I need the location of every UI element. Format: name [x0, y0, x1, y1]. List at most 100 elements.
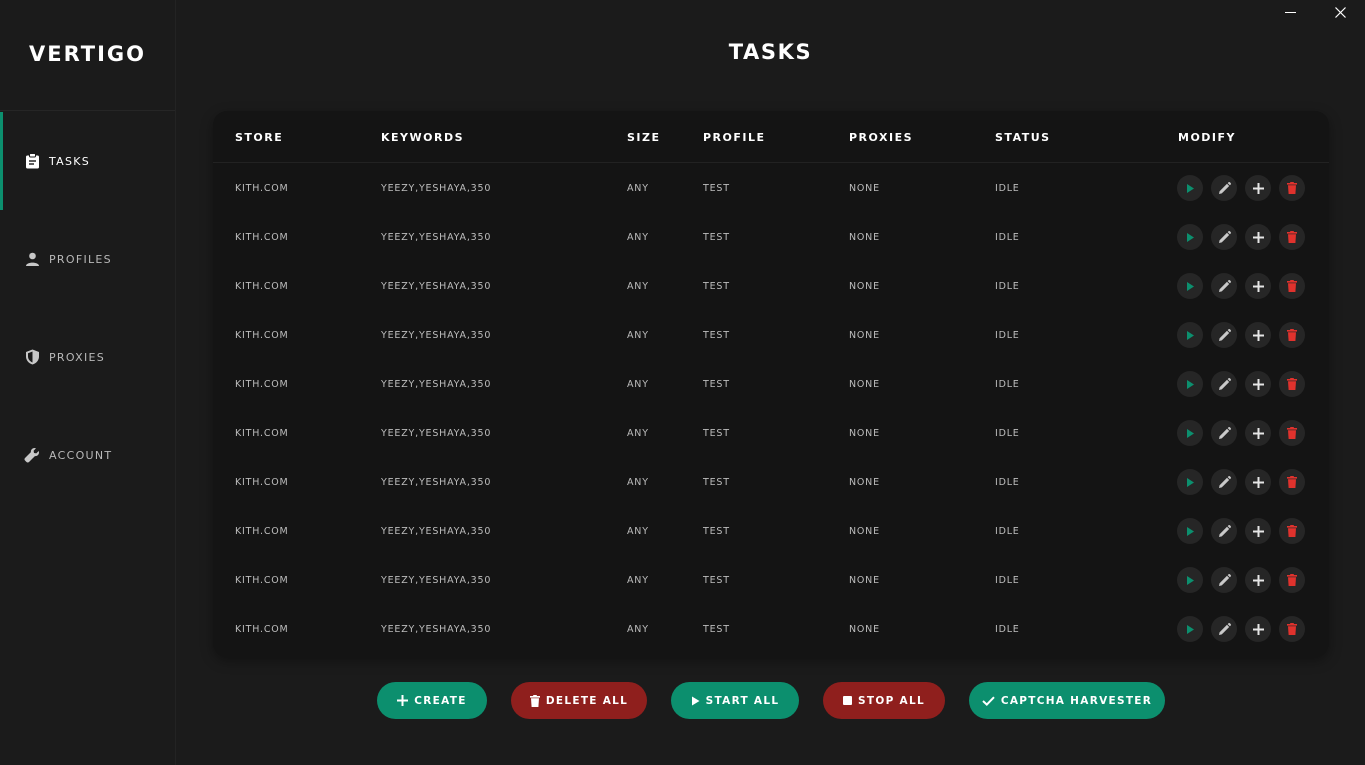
- pencil-icon: [1218, 377, 1231, 390]
- duplicate-task-button[interactable]: [1245, 224, 1271, 250]
- play-icon: [1187, 575, 1194, 585]
- duplicate-task-button[interactable]: [1245, 420, 1271, 446]
- row-actions: [1177, 469, 1305, 495]
- delete-task-button[interactable]: [1279, 420, 1305, 446]
- edit-task-button[interactable]: [1211, 567, 1237, 593]
- sidebar-item-label: PROFILES: [49, 252, 112, 266]
- start-task-button[interactable]: [1177, 567, 1203, 593]
- cell-proxies: NONE: [849, 281, 880, 292]
- pencil-icon: [1218, 279, 1231, 292]
- edit-task-button[interactable]: [1211, 224, 1237, 250]
- pencil-icon: [1218, 622, 1231, 635]
- edit-task-button[interactable]: [1211, 322, 1237, 348]
- delete-task-button[interactable]: [1279, 175, 1305, 201]
- sidebar: VERTIGO TASKS PROFILES PROXIES ACCOUNT: [0, 0, 176, 765]
- edit-task-button[interactable]: [1211, 371, 1237, 397]
- start-task-button[interactable]: [1177, 420, 1203, 446]
- start-task-button[interactable]: [1177, 322, 1203, 348]
- duplicate-task-button[interactable]: [1245, 322, 1271, 348]
- close-window-button[interactable]: [1315, 0, 1365, 24]
- delete-task-button[interactable]: [1279, 224, 1305, 250]
- sidebar-item-proxies[interactable]: PROXIES: [0, 308, 175, 406]
- cell-keywords: YEEZY,YESHAYA,350: [381, 281, 492, 292]
- edit-task-button[interactable]: [1211, 273, 1237, 299]
- cell-status: IDLE: [995, 379, 1020, 390]
- cell-proxies: NONE: [849, 379, 880, 390]
- sidebar-item-profiles[interactable]: PROFILES: [0, 210, 175, 308]
- row-actions: [1177, 175, 1305, 201]
- delete-task-button[interactable]: [1279, 518, 1305, 544]
- cell-store: KITH.COM: [235, 575, 289, 586]
- edit-task-button[interactable]: [1211, 518, 1237, 544]
- edit-task-button[interactable]: [1211, 420, 1237, 446]
- minimize-button[interactable]: [1265, 0, 1315, 24]
- close-icon: [1334, 6, 1346, 18]
- trash-icon: [1287, 182, 1297, 194]
- start-task-button[interactable]: [1177, 224, 1203, 250]
- cell-status: IDLE: [995, 183, 1020, 194]
- play-icon: [1187, 379, 1194, 389]
- cell-size: ANY: [627, 526, 649, 537]
- trash-icon: [1287, 427, 1297, 439]
- start-all-button[interactable]: START ALL: [671, 682, 799, 719]
- start-task-button[interactable]: [1177, 469, 1203, 495]
- sidebar-item-tasks[interactable]: TASKS: [0, 112, 175, 210]
- column-header-modify: MODIFY: [1178, 131, 1237, 144]
- edit-task-button[interactable]: [1211, 469, 1237, 495]
- trash-icon: [1287, 329, 1297, 341]
- page-title: TASKS: [728, 40, 813, 64]
- trash-icon: [1287, 525, 1297, 537]
- duplicate-task-button[interactable]: [1245, 518, 1271, 544]
- edit-task-button[interactable]: [1211, 616, 1237, 642]
- captcha-harvester-button[interactable]: CAPTCHA HARVESTER: [969, 682, 1165, 719]
- duplicate-task-button[interactable]: [1245, 371, 1271, 397]
- trash-icon: [1287, 280, 1297, 292]
- delete-task-button[interactable]: [1279, 616, 1305, 642]
- column-header-size: SIZE: [627, 131, 661, 144]
- table-row: KITH.COM YEEZY,YESHAYA,350 ANY TEST NONE…: [213, 212, 1329, 261]
- cell-store: KITH.COM: [235, 526, 289, 537]
- start-task-button[interactable]: [1177, 175, 1203, 201]
- table-row: KITH.COM YEEZY,YESHAYA,350 ANY TEST NONE…: [213, 555, 1329, 604]
- start-task-button[interactable]: [1177, 371, 1203, 397]
- cell-profile: TEST: [703, 232, 730, 243]
- delete-task-button[interactable]: [1279, 273, 1305, 299]
- create-button[interactable]: CREATE: [377, 682, 487, 719]
- shield-icon: [24, 349, 40, 365]
- column-header-proxies: PROXIES: [849, 131, 914, 144]
- trash-icon: [1287, 574, 1297, 586]
- plus-icon: [397, 695, 409, 706]
- duplicate-task-button[interactable]: [1245, 469, 1271, 495]
- edit-task-button[interactable]: [1211, 175, 1237, 201]
- create-button-label: CREATE: [414, 694, 467, 707]
- delete-task-button[interactable]: [1279, 371, 1305, 397]
- cell-keywords: YEEZY,YESHAYA,350: [381, 330, 492, 341]
- duplicate-task-button[interactable]: [1245, 616, 1271, 642]
- cell-proxies: NONE: [849, 330, 880, 341]
- play-icon: [1187, 232, 1194, 242]
- cell-profile: TEST: [703, 183, 730, 194]
- sidebar-item-account[interactable]: ACCOUNT: [0, 406, 175, 504]
- delete-task-button[interactable]: [1279, 469, 1305, 495]
- pencil-icon: [1218, 230, 1231, 243]
- delete-task-button[interactable]: [1279, 567, 1305, 593]
- duplicate-task-button[interactable]: [1245, 273, 1271, 299]
- cell-keywords: YEEZY,YESHAYA,350: [381, 575, 492, 586]
- delete-task-button[interactable]: [1279, 322, 1305, 348]
- cell-profile: TEST: [703, 281, 730, 292]
- start-task-button[interactable]: [1177, 616, 1203, 642]
- cell-status: IDLE: [995, 330, 1020, 341]
- row-actions: [1177, 322, 1305, 348]
- table-row: KITH.COM YEEZY,YESHAYA,350 ANY TEST NONE…: [213, 310, 1329, 359]
- captcha-harvester-button-label: CAPTCHA HARVESTER: [1000, 694, 1153, 707]
- wrench-icon: [24, 447, 40, 463]
- stop-all-button[interactable]: STOP ALL: [823, 682, 945, 719]
- cell-proxies: NONE: [849, 624, 880, 635]
- duplicate-task-button[interactable]: [1245, 567, 1271, 593]
- start-task-button[interactable]: [1177, 273, 1203, 299]
- row-actions: [1177, 273, 1305, 299]
- duplicate-task-button[interactable]: [1245, 175, 1271, 201]
- delete-all-button[interactable]: DELETE ALL: [511, 682, 647, 719]
- cell-store: KITH.COM: [235, 232, 289, 243]
- start-task-button[interactable]: [1177, 518, 1203, 544]
